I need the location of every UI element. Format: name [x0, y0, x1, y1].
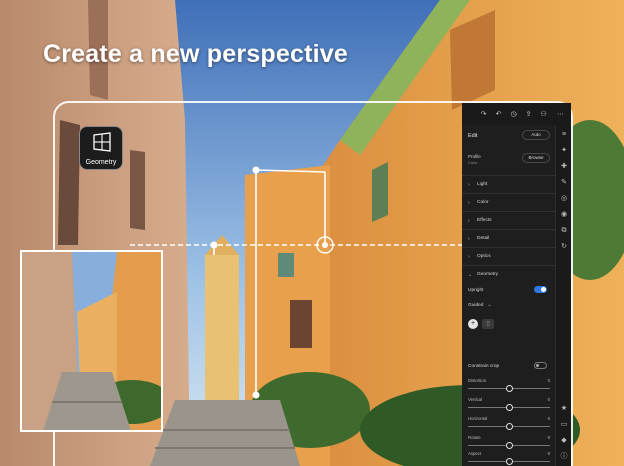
section-label: Light — [477, 182, 488, 187]
section-label: Detail — [477, 236, 490, 241]
people-icon[interactable]: ⚇ — [540, 111, 547, 118]
history-icon[interactable]: ◷ — [510, 111, 517, 118]
eye-icon[interactable]: ◉ — [560, 211, 568, 219]
slider-knob[interactable] — [506, 458, 513, 465]
auto-icon[interactable]: ✦ — [560, 147, 568, 155]
slider-value: 0 — [547, 378, 550, 383]
constrain-crop-label: Constrain crop — [468, 364, 500, 369]
chevron-right-icon: › — [468, 182, 470, 188]
slider-vertical[interactable]: Vertical 0 — [468, 397, 550, 415]
edit-title: Edit — [468, 133, 478, 139]
mask-icon[interactable]: ◎ — [560, 195, 568, 203]
section-optics[interactable]: › Optics — [462, 247, 555, 265]
perspective-grid-icon — [93, 132, 111, 152]
redo-icon[interactable]: ↷ — [480, 111, 487, 118]
section-label: Optics — [477, 254, 491, 259]
profile-label: Profile — [468, 154, 481, 159]
delete-guide-icon[interactable]: ▯ — [482, 319, 494, 329]
upright-toggle[interactable] — [534, 286, 547, 293]
slider-knob[interactable] — [506, 404, 513, 411]
section-label: Color — [477, 200, 489, 205]
slider-knob[interactable] — [506, 423, 513, 430]
slider-aspect[interactable]: Aspect 0 — [468, 451, 550, 466]
upright-label: Upright — [468, 288, 484, 293]
slider-label: Vertical — [468, 397, 483, 402]
geometry-badge-label: Geometry — [85, 159, 117, 166]
before-photo-inset — [20, 250, 163, 432]
section-geometry[interactable]: ⌄ Geometry — [462, 265, 555, 283]
tag-icon[interactable]: ◆ — [560, 437, 568, 445]
versions-icon[interactable]: ↻ — [560, 243, 568, 251]
auto-button[interactable]: Auto — [522, 130, 550, 140]
chevron-down-icon: ⌄ — [487, 303, 492, 308]
edit-panel: ↷ ↶ ◷ ⇪ ⚇ ⋯ Edit Auto Profile Color Brow… — [462, 103, 571, 466]
tool-rail: ≡ ✦ ✚ ✎ ◎ ◉ ⧉ ↻ ★ ▭ ◆ ⓘ — [555, 125, 571, 466]
section-color[interactable]: › Color — [462, 193, 555, 211]
comment-icon[interactable]: ▭ — [560, 421, 568, 429]
panel-toolbar: ↷ ↶ ◷ ⇪ ⚇ ⋯ — [462, 103, 571, 125]
add-guide-icon[interactable]: + — [468, 319, 478, 329]
slider-label: Rotate — [468, 435, 481, 440]
geometry-badge: Geometry — [79, 126, 123, 170]
heal-icon[interactable]: ✚ — [560, 163, 568, 171]
star-icon[interactable]: ★ — [560, 405, 568, 413]
slider-label: Distortion — [468, 378, 487, 383]
chevron-right-icon: › — [468, 254, 470, 260]
headline: Create a new perspective — [43, 40, 348, 68]
info-icon[interactable]: ⓘ — [560, 453, 568, 461]
slider-value: 0 — [547, 451, 550, 456]
section-effects[interactable]: › Effects — [462, 211, 555, 229]
slider-distortion[interactable]: Distortion 0 — [468, 378, 550, 396]
browse-button[interactable]: Browse — [522, 153, 550, 163]
brush-icon[interactable]: ✎ — [560, 179, 568, 187]
edit-main: Edit Auto Profile Color Browse › Light ›… — [462, 125, 555, 466]
more-icon[interactable]: ⋯ — [557, 111, 564, 118]
sliders-icon[interactable]: ≡ — [560, 131, 568, 139]
chevron-right-icon: › — [468, 236, 470, 242]
slider-value: 0 — [547, 435, 550, 440]
presets-icon[interactable]: ⧉ — [560, 227, 568, 235]
slider-value: 0 — [547, 416, 550, 421]
section-light[interactable]: › Light — [462, 175, 555, 193]
slider-horizontal[interactable]: Horizontal 0 — [468, 416, 550, 434]
profile-value: Color — [468, 160, 478, 165]
section-detail[interactable]: › Detail — [462, 229, 555, 247]
chevron-right-icon: › — [468, 200, 470, 206]
share-icon[interactable]: ⇪ — [525, 111, 532, 118]
slider-knob[interactable] — [506, 385, 513, 392]
upright-mode-value: Guided — [468, 303, 484, 308]
slider-label: Horizontal — [468, 416, 488, 421]
upright-mode-select[interactable]: Guided ⌄ — [468, 303, 492, 308]
slider-value: 0 — [547, 397, 550, 402]
chevron-down-icon: ⌄ — [468, 272, 473, 278]
section-label: Geometry — [477, 272, 499, 277]
slider-label: Aspect — [468, 451, 482, 456]
undo-icon[interactable]: ↶ — [495, 111, 502, 118]
chevron-right-icon: › — [468, 218, 470, 224]
slider-knob[interactable] — [506, 442, 513, 449]
constrain-crop-toggle[interactable] — [534, 362, 547, 369]
section-label: Effects — [477, 218, 492, 223]
